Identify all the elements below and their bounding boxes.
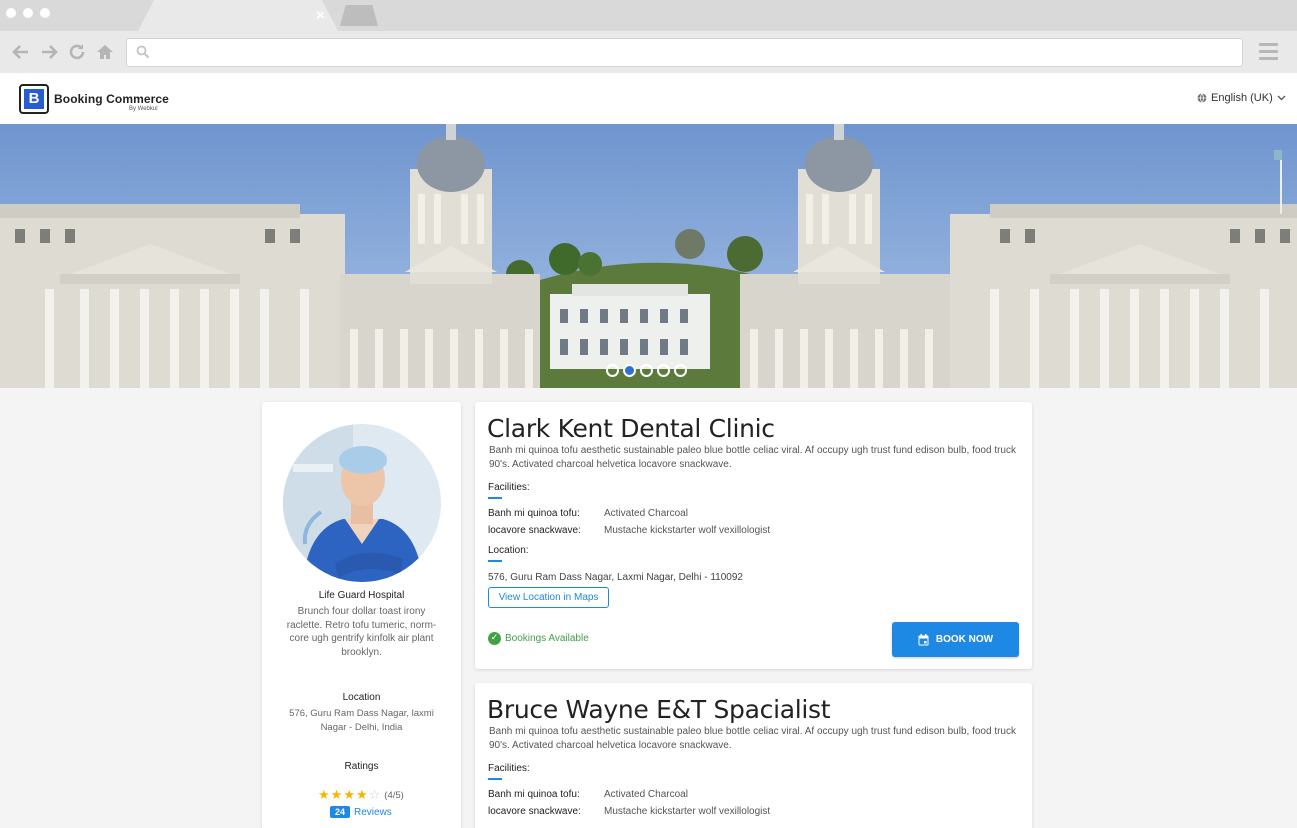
facility-value: Mustache kickstarter wolf vexillologist	[604, 806, 771, 817]
star-empty-icon: ☆	[368, 788, 381, 803]
reviews-count-badge: 24	[330, 806, 351, 818]
star-filled-icon: ★	[343, 788, 355, 803]
back-arrow-icon[interactable]	[11, 42, 31, 62]
facilities-heading: Facilities:	[488, 763, 530, 780]
facility-key: Banh mi quinoa tofu:	[488, 789, 580, 800]
listing-card: Bruce Wayne E&T Spacialist Banh mi quino…	[475, 683, 1032, 828]
logo-letter: B	[24, 89, 44, 109]
provider-location: 576, Guru Ram Dass Nagar, laxmi Nagar - …	[289, 708, 434, 733]
chevron-down-icon	[1277, 95, 1286, 101]
window-minimize-dot[interactable]	[23, 8, 33, 18]
facility-key: locavore snackwave:	[488, 525, 581, 536]
language-selector[interactable]: English (UK)	[1197, 92, 1286, 104]
provider-description: Brunch four dollar toast irony raclette.…	[286, 606, 437, 658]
carousel-indicators	[606, 364, 687, 377]
facility-value: Activated Charcoal	[604, 508, 688, 519]
globe-icon	[1197, 93, 1207, 103]
site-header: B Booking Commerce By Webkul English (UK…	[0, 73, 1297, 124]
facility-key: Banh mi quinoa tofu:	[488, 508, 580, 519]
location-heading: Location	[342, 692, 381, 703]
hero-banner	[0, 124, 1297, 388]
star-filled-icon: ★	[330, 788, 343, 803]
main-content: Life Guard Hospital Brunch four dollar t…	[0, 388, 1297, 828]
book-now-button[interactable]: BOOK NOW	[892, 622, 1019, 657]
home-icon[interactable]	[95, 42, 115, 62]
carousel-dot-5[interactable]	[674, 364, 687, 377]
carousel-dot-3[interactable]	[640, 364, 653, 377]
tab-close-icon[interactable]: ×	[316, 7, 325, 24]
facility-value: Activated Charcoal	[604, 789, 688, 800]
star-filled-icon: ★	[318, 788, 330, 803]
facility-value: Mustache kickstarter wolf vexillologist	[604, 525, 771, 536]
availability-text: Bookings Available	[505, 633, 589, 644]
search-icon	[136, 45, 150, 59]
carousel-dot-2[interactable]	[623, 364, 636, 377]
location-heading: Location:	[488, 545, 529, 562]
check-circle-icon: ✓	[488, 632, 501, 645]
window-maximize-dot[interactable]	[40, 8, 50, 18]
provider-name: Life Guard Hospital	[318, 590, 405, 601]
star-rating: ★ ★ ★ ★ ☆ (4/5)	[318, 789, 404, 802]
logo-icon[interactable]: B	[19, 84, 49, 114]
calendar-icon	[918, 633, 929, 645]
reviews-label: Reviews	[354, 806, 392, 818]
browser-tab-active[interactable]	[138, 0, 338, 31]
book-now-label: BOOK NOW	[935, 634, 994, 645]
window-controls	[6, 8, 50, 18]
view-location-in-maps-button[interactable]: View Location in Maps	[488, 587, 609, 608]
provider-profile-card: Life Guard Hospital Brunch four dollar t…	[262, 402, 461, 828]
language-label: English (UK)	[1211, 92, 1273, 104]
window-close-dot[interactable]	[6, 8, 16, 18]
listing-description: Banh mi quinoa tofu aesthetic sustainabl…	[489, 445, 1016, 470]
ratings-heading: Ratings	[344, 761, 379, 772]
listing-address: 576, Guru Ram Dass Nagar, Laxmi Nagar, D…	[488, 572, 743, 583]
listing-title[interactable]: Clark Kent Dental Clinic	[487, 414, 775, 443]
facility-key: locavore snackwave:	[488, 806, 581, 817]
forward-arrow-icon[interactable]	[39, 42, 59, 62]
avatar	[283, 424, 441, 582]
browser-chrome: ×	[0, 0, 1297, 73]
brand-name[interactable]: Booking Commerce	[54, 92, 169, 106]
listing-description: Banh mi quinoa tofu aesthetic sustainabl…	[489, 726, 1016, 751]
hero-image	[0, 124, 1297, 388]
star-filled-icon: ★	[355, 788, 368, 803]
hamburger-menu-icon[interactable]	[1259, 43, 1278, 60]
listing-card: Clark Kent Dental Clinic Banh mi quinoa …	[475, 402, 1032, 669]
new-tab-button[interactable]	[340, 5, 378, 26]
listing-title[interactable]: Bruce Wayne E&T Spacialist	[487, 695, 831, 724]
facilities-heading: Facilities:	[488, 482, 530, 499]
brand-subtitle: By Webkul	[129, 106, 158, 112]
availability-status: ✓ Bookings Available	[488, 632, 589, 645]
carousel-dot-1[interactable]	[606, 364, 619, 377]
reload-icon[interactable]	[67, 42, 87, 62]
reviews-link[interactable]: 24 Reviews	[330, 806, 392, 818]
browser-toolbar	[0, 31, 1297, 73]
carousel-dot-4[interactable]	[657, 364, 670, 377]
rating-text: (4/5)	[384, 790, 404, 801]
address-bar[interactable]	[126, 38, 1243, 67]
